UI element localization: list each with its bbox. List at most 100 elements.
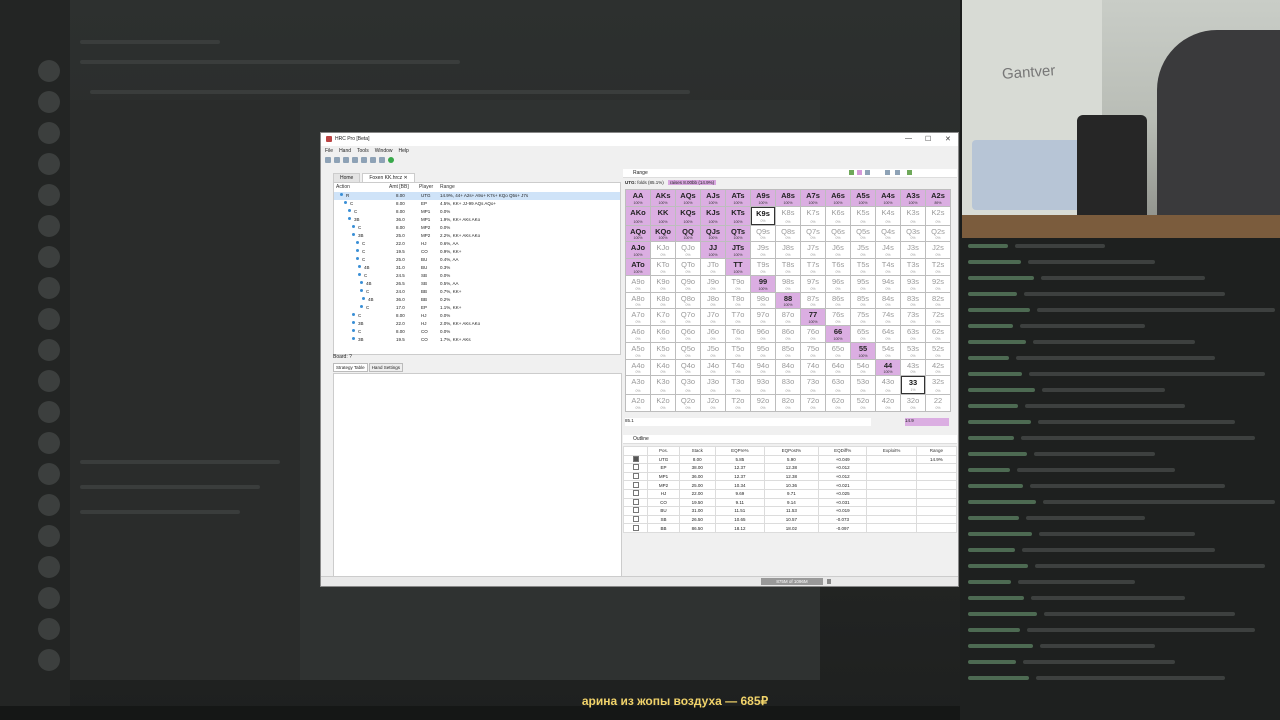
hand-cell[interactable]: J3s 0% bbox=[901, 242, 925, 259]
hand-cell[interactable]: 72s 0% bbox=[926, 309, 950, 326]
view-icon[interactable] bbox=[849, 170, 854, 175]
tree-row[interactable]: 4B 26.5 SB 0.5%, AA bbox=[334, 280, 620, 288]
tab-close-icon[interactable]: ✕ bbox=[404, 175, 408, 181]
hand-cell[interactable]: 94o 0% bbox=[751, 359, 775, 376]
hand-cell[interactable]: KTs 100% bbox=[726, 206, 750, 225]
hand-cell[interactable]: 54s 0% bbox=[876, 342, 900, 359]
hand-cell[interactable]: K8o 0% bbox=[651, 292, 675, 309]
hand-cell[interactable]: 52s 0% bbox=[926, 342, 950, 359]
hand-cell[interactable]: Q5s 0% bbox=[851, 225, 875, 242]
copy-icon[interactable] bbox=[865, 170, 870, 175]
outline-exploit[interactable] bbox=[866, 488, 917, 499]
outline-exploit[interactable] bbox=[866, 480, 917, 490]
table-icon[interactable] bbox=[895, 170, 900, 175]
hand-cell[interactable]: 83o 0% bbox=[776, 376, 800, 395]
hand-cell[interactable]: AA 100% bbox=[626, 190, 650, 206]
menu-window[interactable]: Window bbox=[375, 148, 393, 155]
hand-cell[interactable]: 75s 0% bbox=[851, 309, 875, 326]
hand-cell[interactable]: 54o 0% bbox=[851, 359, 875, 376]
menu-hand[interactable]: Hand bbox=[339, 148, 351, 155]
hand-cell[interactable]: QJs 100% bbox=[701, 225, 725, 242]
hand-cell[interactable]: 43s 0% bbox=[901, 359, 925, 376]
hand-cell[interactable]: A6o 0% bbox=[626, 326, 650, 342]
hand-cell[interactable]: 93o 0% bbox=[751, 376, 775, 395]
hand-cell[interactable]: T9o 0% bbox=[726, 275, 750, 292]
tree-row[interactable]: 3B 22.0 HJ 2.0%, KK+ AKs AKo bbox=[334, 320, 620, 328]
hand-cell[interactable]: K7o 0% bbox=[651, 309, 675, 326]
hand-cell[interactable]: K6o 0% bbox=[651, 326, 675, 342]
hand-cell[interactable]: T5o 0% bbox=[726, 342, 750, 359]
hand-cell[interactable]: 98s 0% bbox=[776, 275, 800, 292]
hand-cell[interactable]: 82o 0% bbox=[776, 395, 800, 411]
hand-cell[interactable]: 86s 0% bbox=[826, 292, 850, 309]
hand-cell[interactable]: 62o 0% bbox=[826, 395, 850, 411]
hand-cell[interactable]: A2s 89% bbox=[926, 190, 950, 206]
hand-cell[interactable]: T7o 0% bbox=[726, 309, 750, 326]
hand-cell[interactable]: J8s 0% bbox=[776, 242, 800, 259]
hand-cell[interactable]: 87o 0% bbox=[776, 309, 800, 326]
hand-cell[interactable]: Q8o 0% bbox=[676, 292, 700, 309]
hand-cell[interactable]: 96s 0% bbox=[826, 275, 850, 292]
outline-row[interactable]: EP 38.00 12.37 12.38 +0.012 bbox=[622, 463, 958, 473]
tab-strategy-table[interactable]: Strategy Table bbox=[333, 363, 368, 372]
hand-cell[interactable]: Q7s 0% bbox=[801, 225, 825, 242]
hand-cell[interactable]: K4s 0% bbox=[876, 206, 900, 225]
hand-cell[interactable]: J5o 0% bbox=[701, 342, 725, 359]
outline-row[interactable]: MP1 36.00 12.37 12.38 +0.012 bbox=[622, 471, 958, 482]
hand-cell[interactable]: 74o 0% bbox=[801, 359, 825, 376]
outline-header[interactable]: EQPost% bbox=[764, 446, 819, 456]
hand-cell[interactable]: J2s 0% bbox=[926, 242, 950, 259]
outline-row[interactable]: MP2 25.00 10.34 10.36 +0.021 bbox=[622, 480, 958, 490]
outline-header[interactable]: Exploit% bbox=[866, 446, 917, 456]
hand-cell[interactable]: Q7o 0% bbox=[676, 309, 700, 326]
player-checkbox[interactable] bbox=[632, 464, 639, 471]
hand-cell[interactable]: A7s 100% bbox=[801, 190, 825, 206]
hand-cell[interactable]: TT 100% bbox=[726, 259, 750, 275]
hand-cell[interactable]: ATs 100% bbox=[726, 190, 750, 206]
hand-cell[interactable]: 43o 0% bbox=[876, 376, 900, 395]
hand-cell[interactable]: 85s 0% bbox=[851, 292, 875, 309]
hand-cell[interactable]: 83s 0% bbox=[901, 292, 925, 309]
player-checkbox[interactable] bbox=[632, 481, 639, 488]
hand-cell[interactable]: 93s 0% bbox=[901, 275, 925, 292]
export-icon[interactable] bbox=[370, 157, 376, 163]
outline-exploit[interactable] bbox=[866, 463, 917, 473]
hand-cell[interactable]: 65o 0% bbox=[826, 342, 850, 359]
hand-cell[interactable]: 42s 0% bbox=[926, 359, 950, 376]
hand-cell[interactable]: 87s 0% bbox=[801, 292, 825, 309]
hand-cell[interactable]: 94s 0% bbox=[876, 275, 900, 292]
outline-row[interactable]: BU 31.00 11.51 11.53 +0.019 bbox=[622, 506, 958, 516]
hand-cell[interactable]: KJs 100% bbox=[701, 206, 725, 225]
hand-cell[interactable]: J3o 0% bbox=[701, 376, 725, 395]
tree-row[interactable]: C 24.0 BB 0.7%, KK+ bbox=[334, 288, 620, 296]
outline-exploit[interactable] bbox=[866, 523, 917, 533]
color-icon[interactable] bbox=[857, 170, 862, 175]
player-checkbox[interactable] bbox=[632, 455, 639, 462]
hand-cell[interactable]: 64o 0% bbox=[826, 359, 850, 376]
hand-cell[interactable]: 99 100% bbox=[751, 275, 775, 292]
hand-cell[interactable]: JTs 100% bbox=[726, 242, 750, 259]
hand-cell[interactable]: T6s 0% bbox=[826, 259, 850, 275]
hand-cell[interactable]: J4s 0% bbox=[876, 242, 900, 259]
tree-row[interactable]: C 25.0 BU 0.4%, AA bbox=[334, 256, 620, 264]
hand-cell[interactable]: K9s 0% bbox=[751, 206, 775, 225]
range-folds[interactable]: folds (85.1%) bbox=[637, 180, 664, 185]
hand-cell[interactable]: KJo 0% bbox=[651, 242, 675, 259]
hand-cell[interactable]: A4s 100% bbox=[876, 190, 900, 206]
hand-cell[interactable]: KK 100% bbox=[651, 206, 675, 225]
hand-cell[interactable]: J2o 0% bbox=[701, 395, 725, 411]
outline-exploit[interactable] bbox=[866, 514, 917, 525]
tree-row[interactable]: C 8.00 MP2 0.0% bbox=[334, 224, 620, 232]
garbage-collect-icon[interactable] bbox=[827, 579, 831, 584]
hand-cell[interactable]: Q3o 0% bbox=[676, 376, 700, 395]
hand-cell[interactable]: 32s 0% bbox=[926, 376, 950, 395]
hand-cell[interactable]: 85o 0% bbox=[776, 342, 800, 359]
hand-cell[interactable]: 92s 0% bbox=[926, 275, 950, 292]
player-checkbox[interactable] bbox=[632, 524, 639, 531]
hand-cell[interactable]: Q9s 0% bbox=[751, 225, 775, 242]
hand-cell[interactable]: 32o 0% bbox=[901, 395, 925, 411]
hand-cell[interactable]: QQ 100% bbox=[676, 225, 700, 242]
hand-cell[interactable]: K5o 0% bbox=[651, 342, 675, 359]
menu-tools[interactable]: Tools bbox=[357, 148, 369, 155]
hand-cell[interactable]: T9s 0% bbox=[751, 259, 775, 275]
